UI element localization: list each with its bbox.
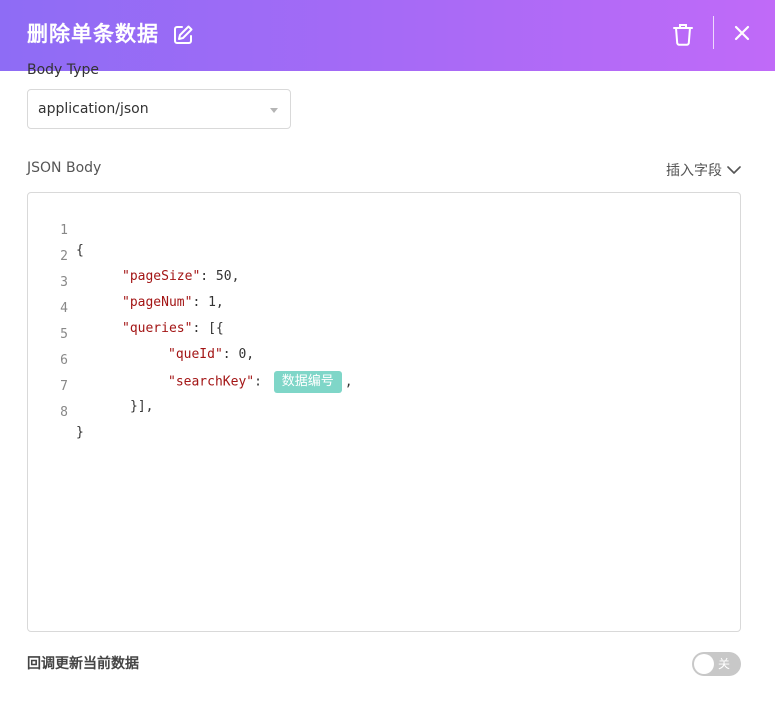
json-key: "searchKey" bbox=[168, 374, 255, 390]
body-type-label: Body Type bbox=[27, 62, 99, 78]
json-punctuation: , bbox=[344, 374, 353, 390]
insert-field-button[interactable]: 插入字段 bbox=[666, 160, 741, 180]
caret-down-icon bbox=[270, 108, 278, 113]
json-body-label: JSON Body bbox=[27, 160, 102, 176]
trash-icon[interactable] bbox=[671, 21, 695, 47]
field-tag-chip[interactable]: 数据编号 bbox=[273, 371, 342, 393]
body-type-selected-value: application/json bbox=[38, 101, 149, 117]
toggle-state-text: 关 bbox=[718, 657, 731, 671]
code-line: 6 "searchKey": 数据编号, bbox=[28, 331, 353, 393]
code-line: 8 } bbox=[28, 383, 84, 440]
json-code-editor[interactable]: 1 { 2 "pageSize": 50, 3 "pageNum": 1, 4 … bbox=[27, 192, 741, 632]
chevron-down-icon bbox=[727, 166, 741, 174]
insert-field-label: 插入字段 bbox=[666, 163, 722, 179]
json-key: "queId" bbox=[168, 347, 223, 362]
code-line: 7 }], bbox=[28, 357, 153, 414]
json-key: "pageNum" bbox=[122, 295, 193, 310]
json-key: "pageSize" bbox=[122, 269, 201, 284]
callback-update-toggle[interactable]: 关 bbox=[692, 652, 741, 676]
code-line: 1 { bbox=[28, 201, 84, 258]
json-key: "queries" bbox=[122, 321, 193, 336]
json-value: : 0, bbox=[222, 347, 255, 362]
close-icon[interactable] bbox=[731, 22, 753, 44]
code-text: { bbox=[76, 243, 84, 258]
callback-update-label: 回调更新当前数据 bbox=[27, 656, 139, 672]
json-value: : bbox=[254, 374, 270, 390]
json-value: : [{ bbox=[192, 321, 224, 336]
json-value: : 1, bbox=[192, 295, 224, 310]
dialog-title: 删除单条数据 bbox=[27, 22, 159, 46]
line-number: 8 bbox=[60, 405, 68, 420]
code-text: } bbox=[76, 425, 84, 440]
dialog-header: 删除单条数据 bbox=[0, 0, 775, 71]
body-type-select[interactable]: application/json bbox=[27, 89, 291, 129]
edit-icon[interactable] bbox=[171, 23, 195, 47]
code-line: 5 "queId": 0, bbox=[28, 305, 254, 362]
code-line: 4 "queries": [{ bbox=[28, 279, 224, 336]
code-text: }], bbox=[130, 399, 154, 414]
code-line: 3 "pageNum": 1, bbox=[28, 253, 224, 310]
code-line: 2 "pageSize": 50, bbox=[28, 227, 239, 284]
toggle-knob bbox=[694, 654, 714, 674]
header-divider bbox=[713, 16, 714, 49]
json-value: : 50, bbox=[200, 269, 240, 284]
